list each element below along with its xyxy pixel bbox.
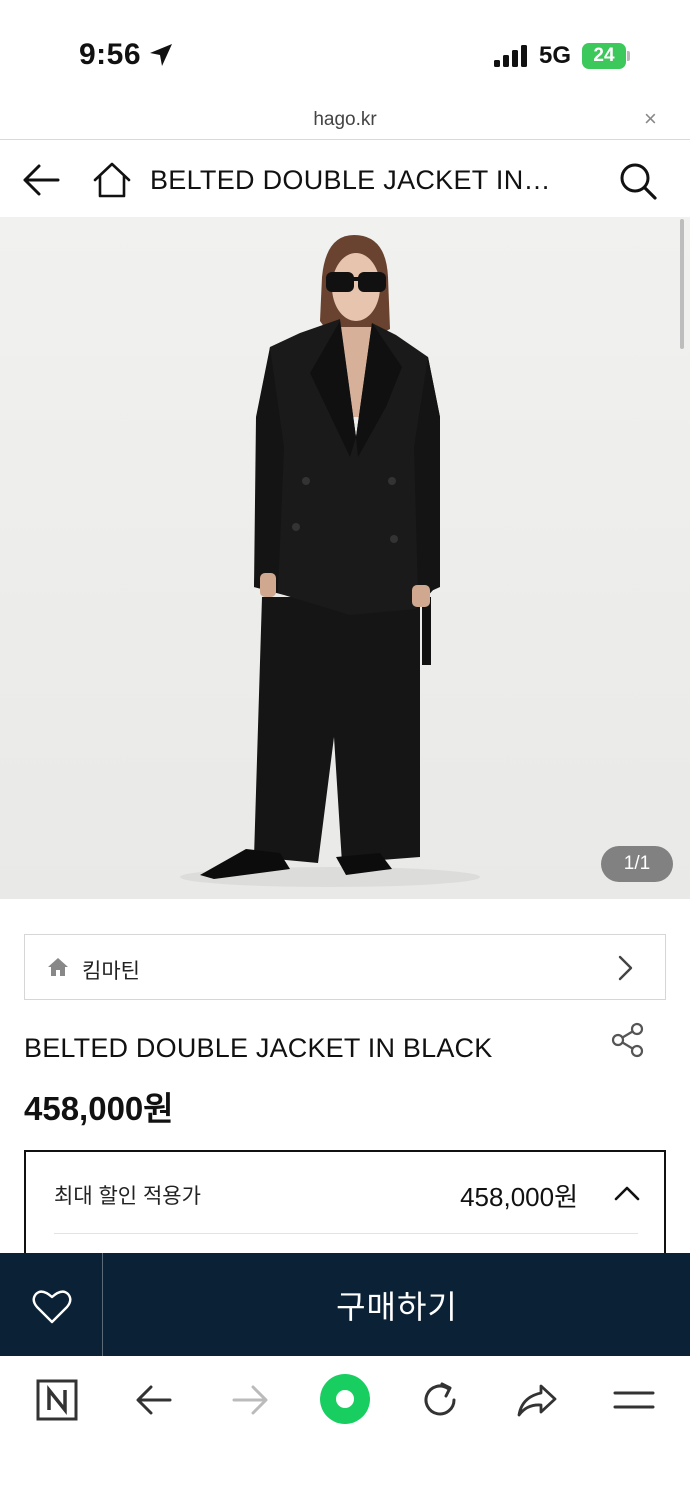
naver-n-icon[interactable] [35,1378,79,1422]
brand-link[interactable]: 킴마틴 [24,934,666,1000]
product-price: 458,000원 [24,1090,174,1127]
divider [54,1233,638,1234]
back-arrow-icon[interactable] [22,163,60,197]
battery-nub [627,51,630,61]
green-dot-icon[interactable] [319,1373,371,1425]
home-icon[interactable] [92,161,132,199]
heart-icon [32,1290,72,1324]
location-arrow-icon [150,44,172,66]
status-bar: 9:56 5G 24 [0,0,690,100]
discount-panel[interactable]: 최대 할인 적용가 458,000원 [24,1150,666,1270]
page-header: BELTED DOUBLE JACKET IN… [0,141,690,217]
chevron-right-icon [618,955,633,981]
header-title: BELTED DOUBLE JACKET IN… [150,165,551,195]
status-time: 9:56 [79,38,142,71]
wishlist-button[interactable] [0,1253,103,1356]
image-counter: 1/1 [601,846,673,882]
buy-bar: 구매하기 [0,1253,690,1356]
product-title: BELTED DOUBLE JACKET IN BLACK [24,1033,493,1063]
chevron-up-icon[interactable] [614,1184,640,1202]
product-image[interactable] [0,217,690,899]
discount-price: 458,000원 [460,1182,578,1212]
search-icon[interactable] [618,161,658,201]
network-label: 5G [539,42,572,69]
buy-button[interactable]: 구매하기 [104,1253,690,1356]
battery-icon: 24 [582,43,626,69]
close-icon[interactable]: × [644,106,657,132]
share-icon[interactable] [515,1378,559,1422]
signal-icon [494,45,527,67]
model-photo [0,217,690,899]
url-bar[interactable]: hago.kr × [0,100,690,140]
scrollbar[interactable] [680,219,684,349]
reload-icon[interactable] [418,1378,462,1422]
brand-name[interactable]: 킴마틴 [82,955,140,985]
back-arrow-icon[interactable] [132,1378,176,1422]
discount-label: 최대 할인 적용가 [54,1185,201,1208]
menu-icon[interactable] [612,1378,656,1422]
url-domain[interactable]: hago.kr [0,109,690,131]
home-icon [48,958,68,976]
battery-level: 24 [593,45,615,66]
forward-arrow-icon[interactable] [228,1378,272,1422]
browser-toolbar [0,1356,690,1500]
share-icon[interactable] [611,1022,645,1058]
